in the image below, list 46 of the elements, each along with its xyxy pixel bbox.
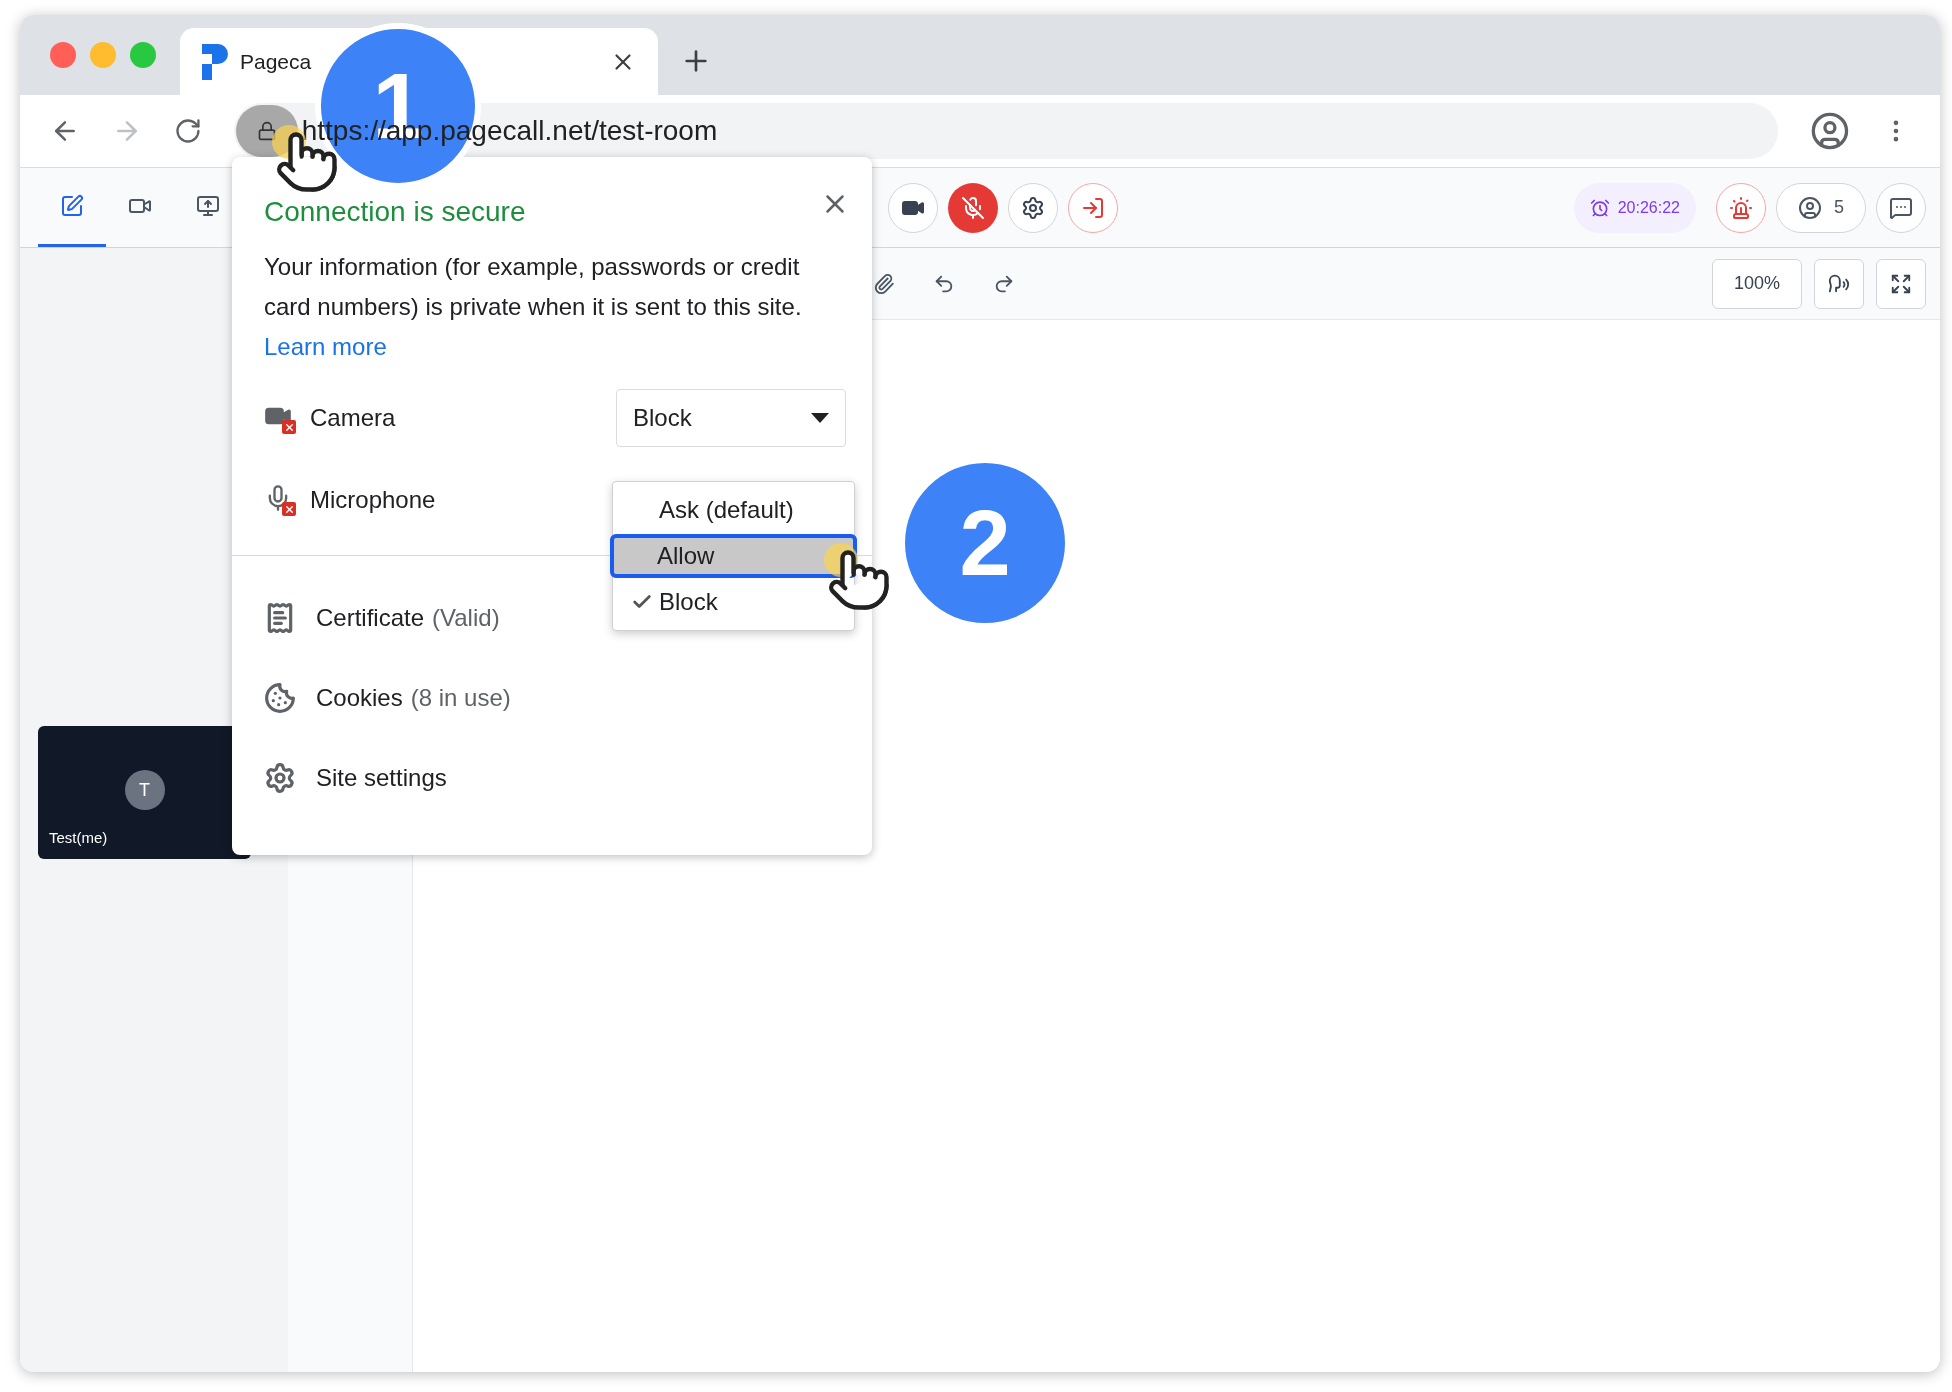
- participant-name: Test(me): [49, 827, 108, 848]
- fullscreen-button[interactable]: [1876, 258, 1926, 309]
- tab-title: Pageca: [240, 48, 312, 75]
- logo-icon: [202, 43, 228, 80]
- permission-select[interactable]: Block: [616, 389, 846, 447]
- participants-button[interactable]: 5: [1776, 182, 1866, 233]
- permission-label: Microphone: [310, 485, 436, 515]
- info-row-detail: (Valid): [432, 603, 500, 633]
- exit-button[interactable]: [1068, 182, 1118, 233]
- lock-icon: [256, 121, 277, 141]
- chat-icon: [1889, 195, 1913, 220]
- info-row-label[interactable]: Certificate: [316, 600, 425, 636]
- settings-icon: [264, 762, 296, 794]
- microphone-off-icon: [961, 195, 985, 220]
- caret-icon: [811, 413, 829, 423]
- pen-square-icon: [60, 194, 84, 218]
- popup-title: Connection is secure: [264, 195, 526, 229]
- alarm-clock-icon: [1589, 197, 1610, 218]
- chat-button[interactable]: [1876, 182, 1926, 233]
- exit-icon: [1081, 195, 1105, 220]
- attach-icon[interactable]: [873, 272, 895, 295]
- info-text: Your information (for example, passwords or credit card numbers) is private when it is sent to this site. Learn more: [264, 252, 803, 362]
- microphone-button[interactable]: [948, 182, 998, 233]
- cookie-icon: [264, 682, 296, 714]
- profile-icon[interactable]: [1810, 111, 1851, 151]
- camera-button[interactable]: [888, 182, 938, 233]
- info-row-detail: (8 in use): [410, 683, 511, 713]
- learn-more-link[interactable]: Learn more: [264, 333, 387, 360]
- info-row-label[interactable]: Site settings: [316, 760, 447, 796]
- permission-label: Camera: [310, 403, 396, 433]
- zoom-button[interactable]: 100%: [1712, 258, 1802, 309]
- reload-icon[interactable]: [173, 117, 202, 145]
- info-row-label[interactable]: Cookies: [316, 680, 403, 716]
- siren-icon: [1729, 195, 1753, 220]
- alert-button[interactable]: [1716, 182, 1766, 233]
- settings-button[interactable]: [1008, 182, 1058, 233]
- speaker-icon: [1828, 272, 1850, 295]
- dropdown-option[interactable]: Allow: [610, 534, 857, 578]
- dropdown-option[interactable]: Ask (default): [613, 488, 854, 532]
- screen-share-icon: [196, 194, 220, 218]
- fullscreen-icon: [1890, 272, 1912, 295]
- settings-icon: [1021, 195, 1045, 220]
- timer-badge: 20:26:22: [1573, 182, 1696, 233]
- user-icon: [1798, 195, 1822, 220]
- speaker-button[interactable]: [1814, 258, 1864, 309]
- avatar: T: [124, 770, 165, 810]
